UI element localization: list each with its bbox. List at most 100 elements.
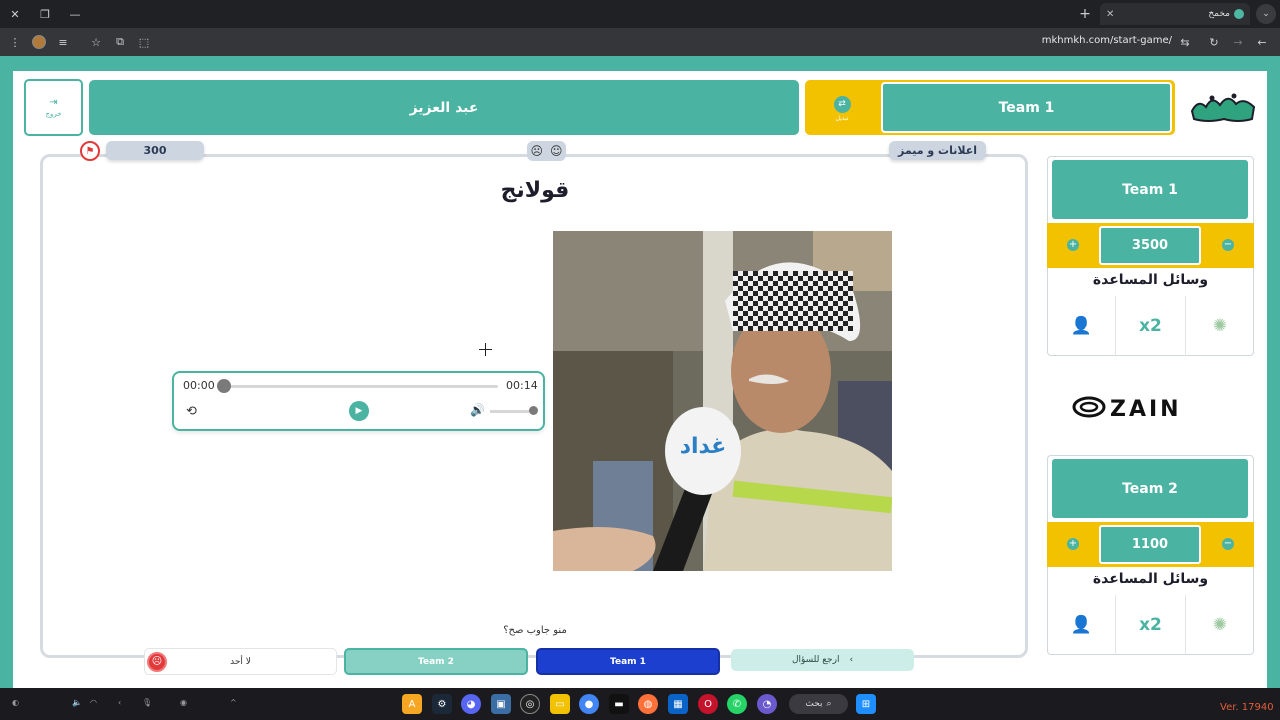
team1-score: 3500 [1099,226,1201,265]
chat-icon[interactable]: ◔ [757,694,777,714]
question-photo: غداد [553,231,892,571]
answer-none-button[interactable]: ☹ لا أحد [144,648,337,675]
translate-icon[interactable]: ⧉ [109,31,131,53]
browser-tabbar: ✕ ❐ — + ✕ مخمخ ⌄ [0,0,1280,28]
start-windows-icon[interactable]: ⊞ [856,694,876,714]
sad-icon: ☹ [147,652,167,672]
svg-text:غداد: غداد [680,434,727,459]
tab-title: مخمخ [1208,9,1230,19]
team2-helps: 👤 x2 ✺ [1047,595,1254,655]
exit-icon: ⇥ [49,97,58,108]
whatsapp-icon[interactable]: ✆ [727,694,747,714]
team1-helps-title: وسائل المساعدة [1092,272,1209,288]
team2-score-row: + 1100 − [1047,522,1254,567]
mic-icon[interactable]: 🎙 [142,698,152,707]
reading-list-icon[interactable]: ≡ [52,31,74,53]
question-category: اعلانات و ميمز [889,141,986,160]
sad-face-icon[interactable]: ☹ [530,144,543,158]
who-answered-label: منو جاوب صح؟ [503,625,567,636]
search-icon: ⌕ [826,699,832,709]
play-button[interactable]: ▶ [349,401,369,421]
audio-progress-knob[interactable] [217,379,231,393]
repeat-icon[interactable]: ⟲ [186,404,197,419]
photos-icon[interactable]: ▣ [491,694,511,714]
site-logo [1190,93,1256,122]
file-explorer-icon[interactable]: ▭ [550,694,570,714]
answer-none-label: لا أحد [230,656,251,667]
team2-score: 1100 [1099,525,1201,564]
call-friend-icon[interactable]: 👤 [1047,595,1115,655]
zain-logo: ZAIN [1072,396,1179,420]
chevron-up-icon[interactable]: ^ [230,698,237,707]
bookmark-star-icon[interactable]: ☆ [85,31,107,53]
happy-face-icon[interactable]: ☺ [550,144,563,158]
tab-search-icon[interactable]: ⌄ [1256,4,1276,24]
wifi-icon[interactable]: ◠ [90,698,97,707]
current-team-label: Team 1 [881,82,1172,133]
double-points-icon[interactable]: x2 [1115,595,1184,655]
browser-toolbar: ⋮ ≡ ☆ ⧉ ⬚ mkhmkh.com/start-game/ ⇆ ↻ → ← [0,28,1280,56]
team2-minus-icon[interactable]: − [1222,538,1234,550]
new-tab-icon[interactable]: + [1075,4,1095,24]
taskbar-search[interactable]: بحث ⌕ [789,694,848,714]
team1-helps: 👤 x2 ✺ [1047,296,1254,356]
restore-window-icon[interactable]: ❐ [30,0,60,28]
swap-label: تبديل [835,115,849,122]
swap-icon: ⇄ [833,96,851,113]
close-window-icon[interactable]: ✕ [0,0,30,28]
call-friend-icon[interactable]: 👤 [1047,296,1115,356]
team2-helps-title: وسائل المساعدة [1092,571,1209,587]
reload-icon[interactable]: ↻ [1203,31,1225,53]
volume-tray-icon[interactable]: 🔈 [72,698,82,707]
volume-track[interactable] [490,410,533,413]
chevron-left-icon: ‹ [849,655,854,665]
tab-close-icon[interactable]: ✕ [1106,9,1114,20]
back-icon[interactable]: ← [1251,31,1273,53]
exit-label: خروج [45,110,62,118]
team1-minus-icon[interactable]: − [1222,239,1234,251]
volume-knob[interactable] [529,406,538,415]
terminal-icon[interactable]: ▬ [609,694,629,714]
answer-team1-button[interactable]: Team 1 [536,648,720,675]
browser-tab[interactable]: ✕ مخمخ [1100,3,1250,25]
hole-icon[interactable]: ✺ [1184,595,1254,655]
volume-icon[interactable]: 🔊 [470,403,485,417]
answer-team2-button[interactable]: Team 2 [344,648,528,675]
firefox-icon[interactable]: ◍ [638,694,658,714]
team2-name: Team 2 [1052,459,1248,518]
taskbar-search-label: بحث [805,699,823,709]
profile-avatar[interactable] [28,31,50,53]
weather-icon[interactable]: ◐ [12,698,19,707]
steam-icon[interactable]: ⚙ [432,694,452,714]
headset-icon[interactable]: ◉ [180,698,187,707]
menu-dots-icon[interactable]: ⋮ [4,31,26,53]
opera-icon[interactable]: O [698,694,718,714]
exit-button[interactable]: ⇥ خروج [24,79,83,136]
tray-expand-icon[interactable]: ‹ [118,698,121,707]
audio-progress-track[interactable] [222,385,498,388]
team1-plus-icon[interactable]: + [1067,239,1079,251]
double-points-icon[interactable]: x2 [1115,296,1184,356]
obs-icon[interactable]: ◎ [520,694,540,714]
audio-duration: 00:14 [506,379,538,392]
hole-icon[interactable]: ✺ [1184,296,1254,356]
back-to-question-button[interactable]: ارجع للسؤال ‹ [731,649,914,671]
site-settings-icon[interactable]: ⇆ [1174,31,1196,53]
forward-icon[interactable]: → [1227,31,1249,53]
app-launcher-icon[interactable]: A [402,694,422,714]
reactions[interactable]: ☹ ☺ [527,141,566,161]
team1-name: Team 1 [1052,160,1248,219]
audio-current-time: 00:00 [183,379,215,392]
player-name-bar: عبد العزيز [89,80,799,135]
chrome-icon[interactable]: ● [579,694,599,714]
team2-plus-icon[interactable]: + [1067,538,1079,550]
question-points: 300 [106,141,204,160]
store-icon[interactable]: ▦ [668,694,688,714]
address-bar[interactable]: mkhmkh.com/start-game/ [1042,35,1172,46]
minimize-window-icon[interactable]: — [60,0,90,28]
screenshot-icon[interactable]: ⬚ [133,31,155,53]
report-flag-icon[interactable]: ⚑ [80,141,100,161]
team1-score-row: + 3500 − [1047,223,1254,268]
discord-icon[interactable]: ◕ [461,694,481,714]
swap-turn-button[interactable]: ⇄ تبديل [826,96,858,128]
